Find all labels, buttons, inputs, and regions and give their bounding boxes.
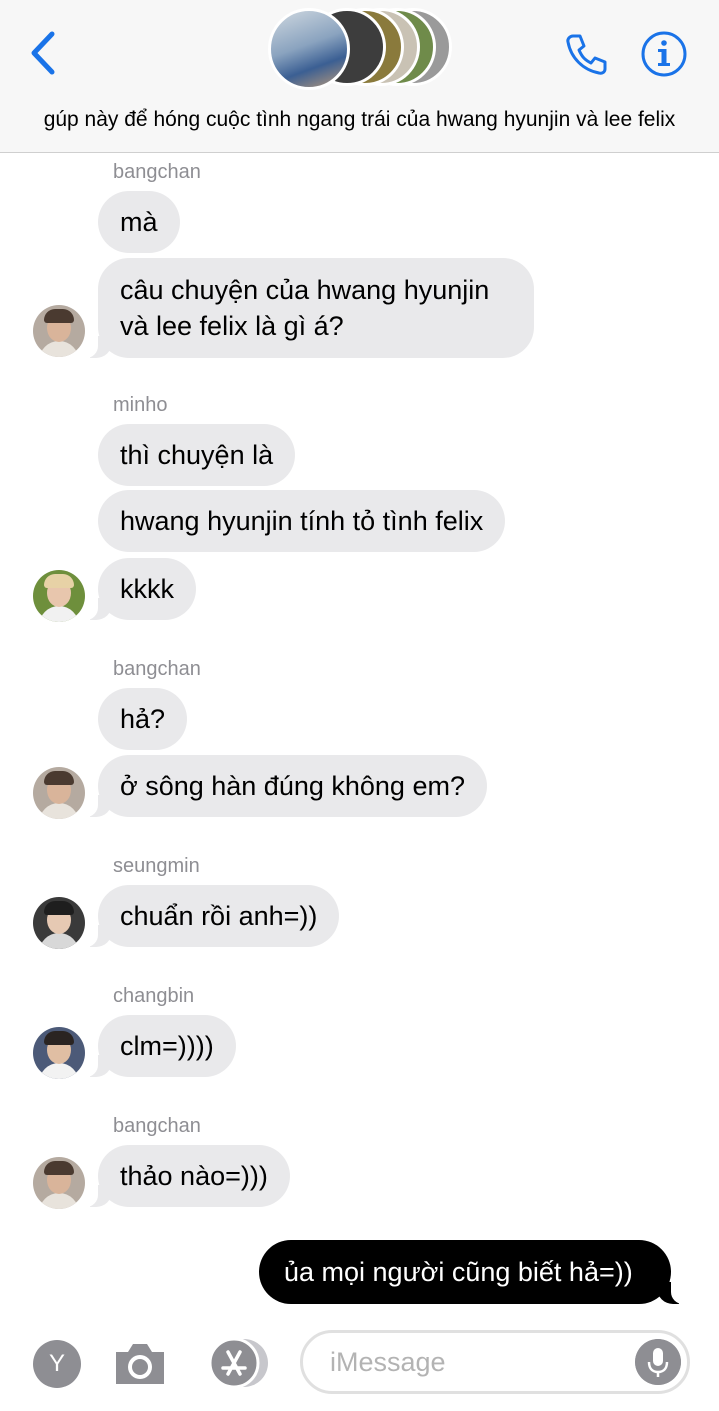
avatar[interactable] bbox=[33, 897, 85, 949]
phone-icon[interactable] bbox=[563, 30, 611, 78]
app-drawer-button[interactable]: Y bbox=[33, 1340, 81, 1388]
outgoing-message-bubble[interactable]: ủa mọi người cũng biết hả=)) bbox=[259, 1240, 685, 1304]
message-text: câu chuyện của hwang hyunjin và lee feli… bbox=[120, 275, 490, 341]
message-input-placeholder: iMessage bbox=[330, 1347, 446, 1377]
sender-name: bangchan bbox=[113, 1115, 201, 1137]
message-text: ở sông hàn đúng không em? bbox=[120, 771, 465, 801]
message-text: ủa mọi người cũng biết hả=)) bbox=[284, 1257, 633, 1287]
sender-name: minho bbox=[113, 394, 168, 416]
group-name[interactable]: gúp này để hóng cuộc tình ngang trái của… bbox=[0, 108, 719, 132]
message-bubble[interactable]: mà bbox=[98, 191, 180, 253]
avatar[interactable] bbox=[33, 1027, 85, 1079]
message-text: mà bbox=[120, 207, 158, 237]
back-chevron-icon[interactable] bbox=[26, 28, 60, 78]
message-bubble[interactable]: hwang hyunjin tính tỏ tình felix bbox=[98, 490, 506, 552]
avatar[interactable] bbox=[33, 305, 85, 357]
avatar[interactable] bbox=[33, 1157, 85, 1209]
message-text: thì chuyện là bbox=[120, 440, 274, 470]
group-member-avatar bbox=[268, 8, 350, 90]
message-bubble[interactable]: thảo nào=))) bbox=[84, 1145, 290, 1207]
message-bubble[interactable]: hả? bbox=[98, 688, 188, 750]
message-text: clm=)))) bbox=[120, 1031, 214, 1061]
message-text: chuẩn rồi anh=)) bbox=[120, 901, 318, 931]
avatar[interactable] bbox=[33, 767, 85, 819]
sender-name: bangchan bbox=[113, 658, 201, 680]
message-text: thảo nào=))) bbox=[120, 1161, 268, 1191]
message-input[interactable]: iMessage bbox=[300, 1330, 690, 1394]
message-text: hả? bbox=[120, 704, 166, 734]
avatar[interactable] bbox=[33, 570, 85, 622]
microphone-icon[interactable] bbox=[635, 1339, 681, 1385]
message-text: hwang hyunjin tính tỏ tình felix bbox=[120, 506, 484, 536]
info-icon[interactable] bbox=[640, 30, 688, 78]
message-bubble[interactable]: ở sông hàn đúng không em? bbox=[84, 755, 487, 817]
group-avatar-stack[interactable] bbox=[268, 8, 458, 92]
camera-icon[interactable] bbox=[112, 1338, 168, 1388]
conversation-header: gúp này để hóng cuộc tình ngang trái của… bbox=[0, 0, 719, 153]
sender-name: changbin bbox=[113, 985, 195, 1007]
sender-name: bangchan bbox=[113, 161, 201, 183]
sender-name: seungmin bbox=[113, 855, 200, 877]
message-bubble[interactable]: clm=)))) bbox=[84, 1015, 236, 1077]
app-store-icon[interactable] bbox=[204, 1338, 272, 1388]
message-bubble[interactable]: chuẩn rồi anh=)) bbox=[83, 885, 340, 947]
message-text: kkkk bbox=[120, 574, 174, 604]
message-bubble[interactable]: kkkk bbox=[84, 558, 196, 620]
message-bubble[interactable]: thì chuyện là bbox=[98, 424, 296, 486]
message-bubble[interactable]: câu chuyện của hwang hyunjin và lee feli… bbox=[84, 258, 534, 358]
composer-bar: Y iMessage bbox=[0, 1318, 719, 1411]
